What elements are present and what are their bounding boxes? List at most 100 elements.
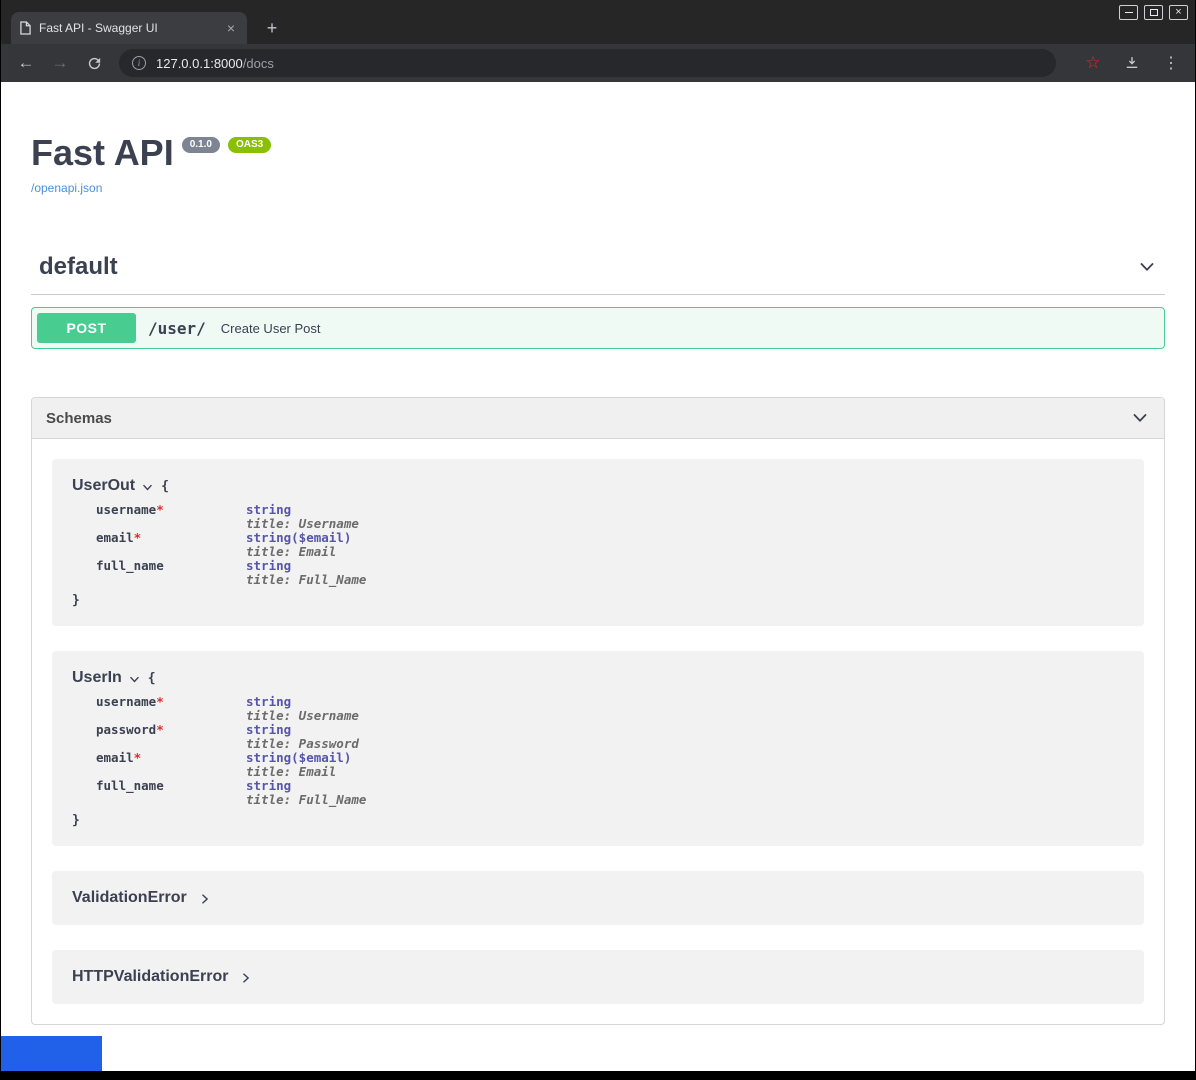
model-validationerror: ValidationError — [52, 871, 1144, 925]
property-info: string title: Full_Name — [246, 779, 366, 807]
schema-property-row: username* string title: Username — [96, 695, 1124, 723]
model-toggle[interactable]: UserIn { — [72, 669, 1124, 687]
operation-summary: Create User Post — [221, 321, 321, 336]
property-type-line: string — [246, 695, 359, 709]
property-format: ($email) — [291, 750, 351, 765]
property-type: string — [246, 694, 291, 709]
close-tab-button[interactable]: × — [224, 20, 238, 36]
reload-button[interactable] — [81, 50, 107, 76]
oas3-badge: OAS3 — [228, 137, 271, 153]
chevron-right-icon[interactable] — [199, 893, 211, 905]
schemas-header[interactable]: Schemas — [32, 398, 1164, 439]
property-name-text: email — [96, 750, 134, 765]
schema-property-row: password* string title: Password — [96, 723, 1124, 751]
property-info: string title: Username — [246, 503, 359, 531]
property-type-line: string — [246, 559, 366, 573]
url-path: /docs — [243, 56, 274, 71]
model-name: HTTPValidationError — [72, 968, 228, 986]
chevron-down-icon[interactable] — [1137, 257, 1157, 277]
required-star: * — [156, 502, 164, 517]
required-star: * — [134, 750, 142, 765]
tag-header[interactable]: default — [31, 253, 1165, 295]
browser-window: × Fast API - Swagger UI × + ← → i 127.0.… — [0, 0, 1196, 1080]
model-userin: UserIn { username* string tit — [52, 651, 1144, 846]
property-name: username* — [96, 503, 246, 531]
maximize-icon — [1150, 9, 1158, 16]
model-properties: username* string title: Username email* … — [96, 503, 1124, 587]
model-toggle[interactable]: UserOut { — [72, 477, 1124, 495]
property-title: title: Full_Name — [246, 573, 366, 587]
site-info-icon[interactable]: i — [132, 56, 146, 70]
chevron-down-icon[interactable] — [142, 482, 153, 493]
property-format: ($email) — [291, 530, 351, 545]
url-host: 127.0.0.1:8000 — [156, 56, 243, 71]
browser-menu-button[interactable]: ⋮ — [1159, 51, 1183, 75]
model-properties: username* string title: Username passwor… — [96, 695, 1124, 807]
model-toggle[interactable]: ValidationError — [72, 889, 1124, 907]
new-tab-button[interactable]: + — [259, 15, 285, 41]
property-info: string($email) title: Email — [246, 531, 351, 559]
model-name: UserOut — [72, 477, 135, 495]
bookmark-star-button[interactable]: ☆ — [1081, 51, 1105, 75]
page-content: Fast API 0.1.0 OAS3 /openapi.json defaul… — [1, 82, 1195, 1071]
model-toggle[interactable]: HTTPValidationError — [72, 968, 1124, 986]
opblock-post-user[interactable]: POST /user/ Create User Post — [31, 307, 1165, 349]
close-brace: } — [72, 813, 1124, 828]
required-star: * — [134, 530, 142, 545]
back-button[interactable]: ← — [13, 50, 39, 76]
browser-tab[interactable]: Fast API - Swagger UI × — [11, 12, 247, 44]
property-name: full_name — [96, 559, 246, 587]
property-name: full_name — [96, 779, 246, 807]
open-brace: { — [148, 671, 156, 686]
downloads-button[interactable] — [1120, 51, 1144, 75]
property-name: email* — [96, 531, 246, 559]
property-info: string title: Username — [246, 695, 359, 723]
chevron-down-icon[interactable] — [1130, 408, 1150, 428]
property-title: title: Email — [246, 545, 351, 559]
property-name: username* — [96, 695, 246, 723]
property-type: string — [246, 778, 291, 793]
property-type-line: string — [246, 723, 359, 737]
tag-title: default — [39, 253, 118, 281]
property-name-text: username — [96, 694, 156, 709]
property-title: title: Username — [246, 709, 359, 723]
download-icon — [1124, 55, 1140, 71]
property-name-text: full_name — [96, 778, 164, 793]
http-method-badge: POST — [37, 313, 136, 343]
property-name-text: full_name — [96, 558, 164, 573]
schema-property-row: full_name string title: Full_Name — [96, 779, 1124, 807]
schema-property-row: full_name string title: Full_Name — [96, 559, 1124, 587]
openapi-spec-link[interactable]: /openapi.json — [31, 181, 102, 195]
property-info: string title: Full_Name — [246, 559, 366, 587]
property-type-line: string — [246, 779, 366, 793]
titlebar: × Fast API - Swagger UI × + — [1, 0, 1195, 44]
operation-path: /user/ — [148, 319, 206, 338]
chevron-right-icon[interactable] — [240, 972, 252, 984]
maximize-button[interactable] — [1144, 5, 1163, 20]
property-name-text: email — [96, 530, 134, 545]
address-bar[interactable]: i 127.0.0.1:8000/docs — [119, 49, 1056, 77]
schema-property-row: username* string title: Username — [96, 503, 1124, 531]
model-httpvalidationerror: HTTPValidationError — [52, 950, 1144, 1004]
required-star: * — [156, 722, 164, 737]
close-window-button[interactable]: × — [1169, 5, 1188, 20]
tag-section-default: default POST /user/ Create User Post — [31, 253, 1165, 349]
api-title-text: Fast API — [31, 132, 174, 174]
property-title: title: Password — [246, 737, 359, 751]
open-brace: { — [161, 479, 169, 494]
api-info-header: Fast API 0.1.0 OAS3 /openapi.json — [31, 132, 1165, 197]
close-brace: } — [72, 593, 1124, 608]
model-name: UserIn — [72, 669, 122, 687]
property-name-text: username — [96, 502, 156, 517]
forward-button[interactable]: → — [47, 50, 73, 76]
minimize-button[interactable] — [1119, 5, 1138, 20]
bottom-left-blue-panel — [1, 1036, 102, 1071]
required-star: * — [156, 694, 164, 709]
chevron-down-icon[interactable] — [129, 674, 140, 685]
page-title: Fast API 0.1.0 OAS3 — [31, 132, 1165, 174]
property-name: password* — [96, 723, 246, 751]
property-title: title: Full_Name — [246, 793, 366, 807]
property-type: string — [246, 530, 291, 545]
window-controls: × — [1113, 5, 1188, 20]
schema-property-row: email* string($email) title: Email — [96, 531, 1124, 559]
